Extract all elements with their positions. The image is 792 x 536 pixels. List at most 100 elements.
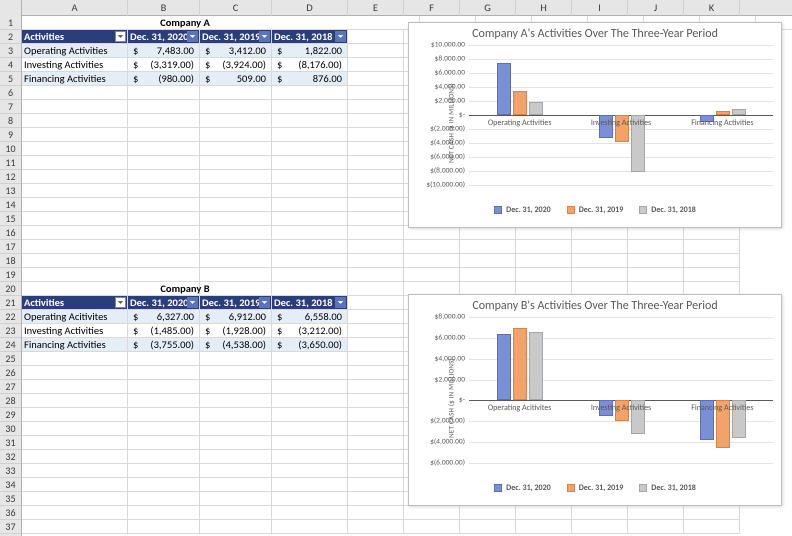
cell[interactable] bbox=[22, 198, 128, 212]
cell[interactable] bbox=[348, 86, 404, 100]
cell[interactable] bbox=[272, 226, 348, 240]
cell[interactable] bbox=[22, 128, 128, 142]
cell[interactable] bbox=[272, 352, 348, 366]
cell[interactable] bbox=[128, 380, 200, 394]
cell[interactable] bbox=[348, 478, 404, 492]
cell[interactable] bbox=[22, 268, 128, 282]
cell[interactable] bbox=[128, 100, 200, 114]
column-header[interactable]: H bbox=[516, 0, 572, 16]
cell[interactable] bbox=[404, 268, 460, 282]
cell[interactable] bbox=[272, 366, 348, 380]
column-header[interactable]: D bbox=[272, 0, 348, 16]
row-header[interactable]: 23 bbox=[0, 324, 21, 338]
cell[interactable] bbox=[200, 86, 272, 100]
filter-dropdown-icon[interactable] bbox=[335, 31, 346, 42]
cell[interactable]: Dec. 31, 2018 bbox=[272, 296, 348, 310]
cell[interactable] bbox=[272, 422, 348, 436]
cell[interactable] bbox=[516, 506, 572, 520]
cell[interactable] bbox=[200, 464, 272, 478]
cell[interactable] bbox=[22, 366, 128, 380]
cell[interactable] bbox=[348, 450, 404, 464]
cell[interactable] bbox=[348, 310, 404, 324]
cell[interactable] bbox=[128, 86, 200, 100]
value-cell[interactable]: $6,327.00 bbox=[128, 310, 200, 324]
cell[interactable] bbox=[200, 450, 272, 464]
cell[interactable] bbox=[200, 240, 272, 254]
cell[interactable] bbox=[128, 268, 200, 282]
cell[interactable] bbox=[200, 156, 272, 170]
cell[interactable] bbox=[22, 506, 128, 520]
row-header[interactable]: 3 bbox=[0, 44, 21, 58]
cell[interactable] bbox=[272, 492, 348, 506]
cell[interactable] bbox=[348, 240, 404, 254]
cell[interactable] bbox=[272, 380, 348, 394]
cell[interactable] bbox=[348, 30, 404, 44]
cell[interactable] bbox=[348, 268, 404, 282]
cell[interactable] bbox=[572, 268, 628, 282]
cell[interactable] bbox=[684, 226, 740, 240]
cell[interactable] bbox=[22, 142, 128, 156]
row-header[interactable]: 4 bbox=[0, 58, 21, 72]
row-header[interactable]: 10 bbox=[0, 142, 21, 156]
cell[interactable] bbox=[22, 170, 128, 184]
cell[interactable] bbox=[460, 254, 516, 268]
column-header[interactable]: I bbox=[572, 0, 628, 16]
cell[interactable] bbox=[628, 240, 684, 254]
cell[interactable] bbox=[572, 254, 628, 268]
cell[interactable] bbox=[460, 520, 516, 534]
row-header[interactable]: 8 bbox=[0, 114, 21, 128]
cell[interactable] bbox=[348, 114, 404, 128]
cell[interactable] bbox=[22, 114, 128, 128]
cell[interactable] bbox=[128, 492, 200, 506]
cell[interactable] bbox=[128, 464, 200, 478]
row-header[interactable]: 7 bbox=[0, 100, 21, 114]
cell[interactable] bbox=[348, 198, 404, 212]
cell[interactable] bbox=[200, 366, 272, 380]
row-header[interactable]: 21 bbox=[0, 296, 21, 310]
cell[interactable] bbox=[128, 142, 200, 156]
cell[interactable] bbox=[128, 114, 200, 128]
value-cell[interactable]: $(1,928.00) bbox=[200, 324, 272, 338]
cell[interactable] bbox=[348, 408, 404, 422]
row-header[interactable]: 12 bbox=[0, 170, 21, 184]
cell[interactable] bbox=[348, 380, 404, 394]
cell[interactable] bbox=[684, 254, 740, 268]
cell[interactable] bbox=[272, 464, 348, 478]
value-cell[interactable]: $3,412.00 bbox=[200, 44, 272, 58]
cell[interactable] bbox=[516, 268, 572, 282]
cell[interactable] bbox=[348, 338, 404, 352]
cell[interactable] bbox=[272, 254, 348, 268]
cell[interactable] bbox=[684, 268, 740, 282]
cell[interactable] bbox=[348, 520, 404, 534]
cell[interactable] bbox=[128, 128, 200, 142]
cell[interactable] bbox=[272, 184, 348, 198]
cell[interactable] bbox=[272, 506, 348, 520]
cell[interactable] bbox=[272, 170, 348, 184]
cell[interactable] bbox=[272, 268, 348, 282]
cell[interactable] bbox=[460, 226, 516, 240]
cell[interactable] bbox=[348, 128, 404, 142]
value-cell[interactable]: $(1,485.00) bbox=[128, 324, 200, 338]
cell[interactable] bbox=[272, 128, 348, 142]
row-header[interactable]: 37 bbox=[0, 520, 21, 534]
row-header[interactable]: 13 bbox=[0, 184, 21, 198]
filter-dropdown-icon[interactable] bbox=[187, 31, 198, 42]
cell[interactable] bbox=[460, 240, 516, 254]
cell[interactable] bbox=[348, 394, 404, 408]
row-header[interactable]: 9 bbox=[0, 128, 21, 142]
cell[interactable] bbox=[348, 464, 404, 478]
row-header[interactable]: 25 bbox=[0, 352, 21, 366]
cell[interactable] bbox=[460, 506, 516, 520]
row-header[interactable]: 19 bbox=[0, 268, 21, 282]
column-header[interactable]: F bbox=[404, 0, 460, 16]
cell[interactable] bbox=[22, 478, 128, 492]
row-header[interactable]: 18 bbox=[0, 254, 21, 268]
value-cell[interactable]: $(980.00) bbox=[128, 72, 200, 86]
cell[interactable] bbox=[22, 100, 128, 114]
cell[interactable] bbox=[272, 240, 348, 254]
cell[interactable] bbox=[22, 408, 128, 422]
cell[interactable] bbox=[22, 380, 128, 394]
cell[interactable] bbox=[200, 436, 272, 450]
value-cell[interactable]: $(3,212.00) bbox=[272, 324, 348, 338]
cell[interactable] bbox=[128, 226, 200, 240]
